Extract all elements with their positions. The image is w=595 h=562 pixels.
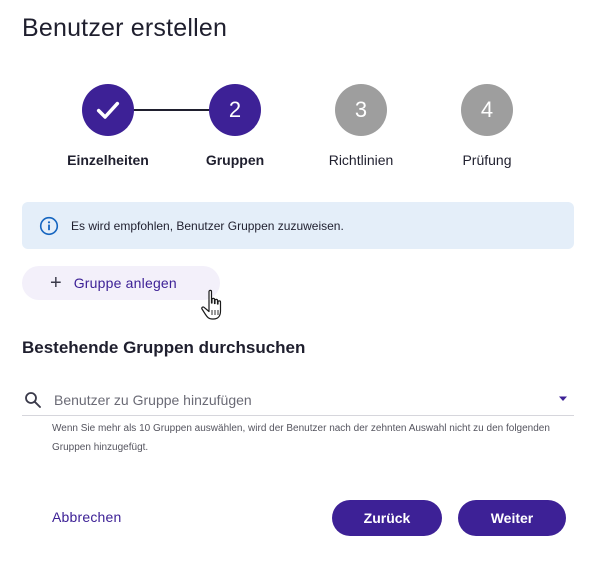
info-icon xyxy=(39,216,59,236)
create-group-label: Gruppe anlegen xyxy=(73,275,177,291)
step-richtlinien[interactable]: 3 Richtlinien xyxy=(296,84,426,168)
step-label: Einzelheiten xyxy=(67,152,149,168)
group-search-field[interactable] xyxy=(22,385,574,416)
step-2-circle: 2 xyxy=(209,84,261,136)
step-3-circle: 3 xyxy=(335,84,387,136)
create-user-dialog: Benutzer erstellen Einzelheiten 2 Gruppe… xyxy=(0,0,595,562)
step-label: Richtlinien xyxy=(328,152,394,168)
dropdown-arrow-icon[interactable] xyxy=(558,395,568,403)
search-section-heading: Bestehende Gruppen durchsuchen xyxy=(22,338,306,357)
search-helper-text: Wenn Sie mehr als 10 Gruppen auswählen, … xyxy=(52,423,550,453)
group-search-input[interactable] xyxy=(54,392,534,408)
hand-pointer-cursor-icon xyxy=(201,289,222,320)
cancel-button[interactable]: Abbrechen xyxy=(52,509,122,525)
search-icon xyxy=(24,391,42,409)
info-banner: Es wird empfohlen, Benutzer Gruppen zuzu… xyxy=(22,202,574,249)
dialog-title: Benutzer erstellen xyxy=(22,14,228,42)
plus-icon: + xyxy=(50,272,62,294)
step-gruppen[interactable]: 2 Gruppen xyxy=(170,84,300,168)
check-icon xyxy=(96,101,120,119)
back-button[interactable]: Zurück xyxy=(332,500,442,536)
next-button[interactable]: Weiter xyxy=(458,500,566,536)
step-4-circle: 4 xyxy=(461,84,513,136)
step-pruefung[interactable]: 4 Prüfung xyxy=(422,84,552,168)
info-banner-text: Es wird empfohlen, Benutzer Gruppen zuzu… xyxy=(71,218,344,233)
step-1-circle xyxy=(82,84,134,136)
step-label: Prüfung xyxy=(462,152,512,168)
create-group-button[interactable]: + Gruppe anlegen xyxy=(22,266,220,300)
step-label: Gruppen xyxy=(205,152,265,168)
stepper: Einzelheiten 2 Gruppen 3 Richtlinien 4 P… xyxy=(0,80,595,180)
step-einzelheiten[interactable]: Einzelheiten xyxy=(43,84,173,168)
